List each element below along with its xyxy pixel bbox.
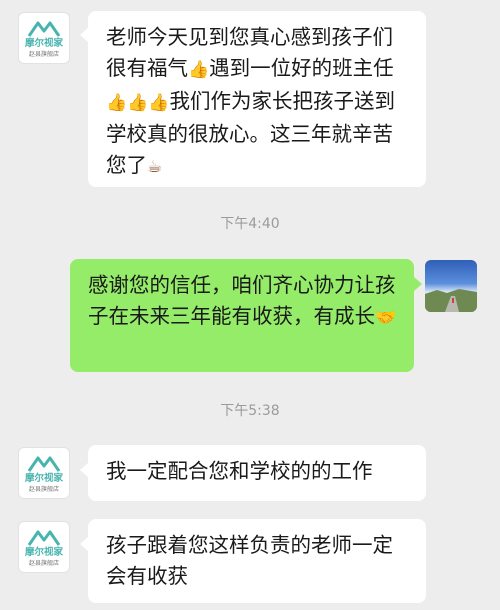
user-avatar[interactable] [425, 260, 477, 312]
brand-subtitle: 赵县旗舰店 [28, 486, 59, 493]
thumbs-up-icon: 👍 [106, 93, 128, 113]
brand-logo-icon [27, 21, 61, 37]
message-text: 我一定配合您和学校的的工作 [106, 459, 373, 483]
coffee-icon: ☕ [147, 157, 163, 177]
message-bubble[interactable]: 老师今天见到您真心感到孩子们很有福气👍遇到一位好的班主任👍👍👍我们作为家长把孩子… [88, 11, 426, 187]
thumbs-up-icon: 👍 [127, 93, 149, 113]
brand-name: 摩尔视家 [24, 38, 63, 49]
message-bubble[interactable]: 孩子跟着您这样负责的老师一定会有收获 [88, 519, 426, 603]
brand-subtitle: 赵县旗舰店 [28, 51, 59, 58]
sender-avatar[interactable]: 摩尔视家 赵县旗舰店 [18, 521, 70, 573]
message-bubble[interactable]: 感谢您的信任，咱们齐心协力让孩子在未来三年能有收获，有成长🤝 [70, 259, 414, 372]
brand-logo-icon [27, 456, 61, 472]
timestamp: 下午5:38 [220, 403, 280, 419]
message-text: 遇到一位好的班主任 [209, 56, 394, 80]
sender-avatar[interactable]: 摩尔视家 赵县旗舰店 [18, 12, 70, 64]
thumbs-up-icon: 👍 [188, 60, 210, 80]
brand-name: 摩尔视家 [24, 547, 63, 558]
message-bubble[interactable]: 我一定配合您和学校的的工作 [88, 445, 426, 501]
brand-subtitle: 赵县旗舰店 [28, 560, 59, 567]
brand-name: 摩尔视家 [24, 473, 63, 484]
timestamp: 下午4:40 [220, 216, 280, 232]
handshake-icon: 🤝 [375, 308, 397, 328]
thumbs-up-icon: 👍 [148, 93, 170, 113]
message-text: 孩子跟着您这样负责的老师一定会有收获 [106, 533, 393, 588]
message-text: 感谢您的信任，咱们齐心协力让孩子在未来三年能有收获，有成长 [88, 273, 396, 328]
brand-logo-icon [27, 530, 61, 546]
sender-avatar[interactable]: 摩尔视家 赵县旗舰店 [18, 447, 70, 499]
landscape-photo [425, 289, 477, 312]
